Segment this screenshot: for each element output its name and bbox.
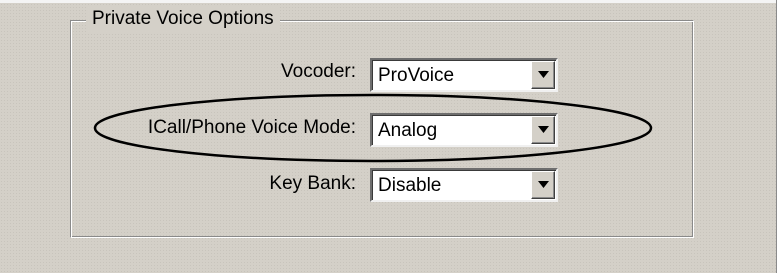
key-bank-dropdown-button[interactable] xyxy=(531,171,555,199)
chevron-down-icon xyxy=(538,181,549,188)
icall-mode-label: ICall/Phone Voice Mode: xyxy=(147,117,356,138)
window-top-edge xyxy=(0,0,776,3)
vocoder-label: Vocoder: xyxy=(281,61,356,82)
chevron-down-icon xyxy=(538,126,549,133)
icall-mode-dropdown-button[interactable] xyxy=(531,116,555,144)
vocoder-value: ProVoice xyxy=(378,65,455,86)
key-bank-dropdown[interactable]: Disable xyxy=(370,168,558,202)
chevron-down-icon xyxy=(538,71,549,78)
window-right-edge xyxy=(776,0,782,273)
key-bank-value: Disable xyxy=(378,175,442,196)
group-title: Private Voice Options xyxy=(86,6,280,32)
key-bank-label: Key Bank: xyxy=(269,173,356,194)
icall-mode-value: Analog xyxy=(378,120,438,141)
vocoder-dropdown[interactable]: ProVoice xyxy=(370,58,558,92)
vocoder-dropdown-button[interactable] xyxy=(531,61,555,89)
icall-mode-dropdown[interactable]: Analog xyxy=(370,113,558,147)
